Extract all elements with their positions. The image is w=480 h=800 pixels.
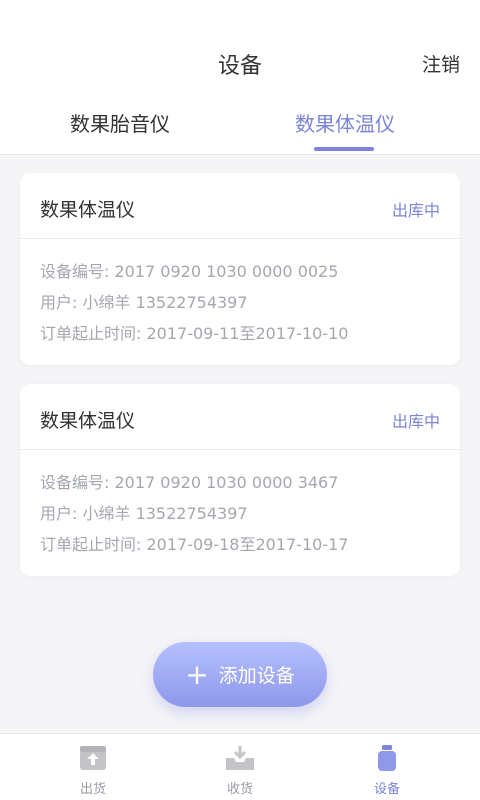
nav-item-receiving[interactable]: 收货: [160, 734, 320, 800]
device-card-header: 数果体温仪 出库中: [20, 173, 460, 239]
device-card-body: 设备编号: 2017 0920 1030 0000 0025 用户: 小绵羊 1…: [20, 239, 460, 350]
logout-button[interactable]: 注销: [422, 50, 460, 77]
device-name: 数果体温仪: [40, 410, 136, 432]
bottom-nav: 出货 收货 设备: [0, 733, 480, 800]
device-jar-icon: [378, 745, 396, 771]
nav-label: 出货: [79, 782, 106, 797]
device-order-period: 订单起止时间: 2017-09-11至2017-10-10: [40, 324, 349, 343]
tab-thermometer[interactable]: 数果体温仪: [230, 108, 460, 137]
device-serial: 设备编号: 2017 0920 1030 0000 3467: [40, 473, 339, 492]
device-order-period: 订单起止时间: 2017-09-18至2017-10-17: [40, 535, 349, 554]
device-status: 出库中: [391, 201, 440, 220]
device-status: 出库中: [391, 412, 440, 431]
device-card-header: 数果体温仪 出库中: [20, 384, 460, 450]
device-user: 用户: 小绵羊 13522754397: [40, 293, 248, 312]
active-tab-indicator: [314, 147, 374, 151]
device-card[interactable]: 数果体温仪 出库中 设备编号: 2017 0920 1030 0000 3467…: [20, 384, 460, 576]
device-card-body: 设备编号: 2017 0920 1030 0000 3467 用户: 小绵羊 1…: [20, 450, 460, 561]
nav-item-shipping[interactable]: 出货: [13, 734, 173, 800]
add-device-label: 添加设备: [218, 665, 295, 687]
add-device-button[interactable]: + 添加设备: [153, 642, 327, 707]
tab-fetal-doppler[interactable]: 数果胎音仪: [12, 108, 228, 137]
device-card[interactable]: 数果体温仪 出库中 设备编号: 2017 0920 1030 0000 0025…: [20, 173, 460, 365]
device-serial: 设备编号: 2017 0920 1030 0000 0025: [40, 262, 339, 281]
box-upload-icon: [80, 746, 106, 770]
tab-bar: 数果胎音仪 数果体温仪: [0, 108, 480, 154]
app-root: 设备 注销 数果胎音仪 数果体温仪 数果体温仪 出库中 设备编号: 2017 0…: [0, 0, 480, 800]
nav-item-devices[interactable]: 设备: [307, 734, 467, 800]
plus-icon: +: [185, 657, 209, 691]
device-name: 数果体温仪: [40, 199, 136, 221]
nav-label: 收货: [226, 782, 253, 797]
nav-label: 设备: [373, 782, 400, 797]
header: 设备 注销 数果胎音仪 数果体温仪: [0, 0, 480, 155]
page-title: 设备: [217, 54, 262, 79]
device-user: 用户: 小绵羊 13522754397: [40, 504, 248, 523]
tray-download-icon: [226, 746, 254, 770]
